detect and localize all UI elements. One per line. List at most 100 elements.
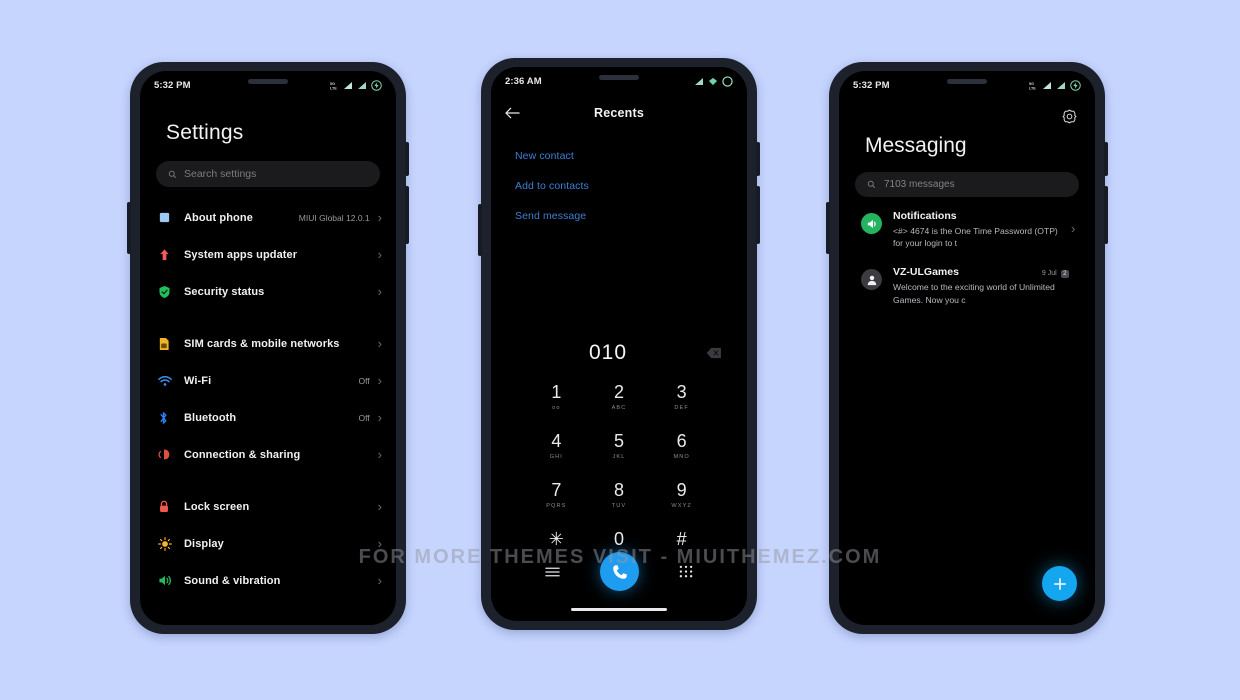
sidebar-item-wifi[interactable]: Wi-Fi Off › [140, 362, 396, 399]
key-digit: 6 [676, 431, 687, 451]
key-5[interactable]: 5 JKL [588, 424, 651, 469]
side-button-left[interactable] [478, 204, 482, 256]
new-contact-button[interactable]: New contact [515, 141, 747, 171]
power-button[interactable] [405, 142, 409, 176]
gear-icon[interactable] [1062, 109, 1077, 124]
signal-bars-icon [343, 81, 353, 90]
key-digit: 5 [613, 431, 624, 451]
earpiece-speaker [599, 75, 639, 80]
sidebar-item-system-apps-updater[interactable]: System apps updater › [140, 236, 396, 273]
search-icon [867, 180, 876, 189]
earpiece-speaker [248, 79, 288, 84]
key-8[interactable]: 8 TUV [588, 473, 651, 518]
menu-icon[interactable] [545, 566, 560, 578]
wifi-icon [708, 77, 718, 86]
key-digit: 2 [613, 382, 624, 402]
status-bar: 5:32 PM 5G LTE [140, 71, 396, 99]
side-button-left[interactable] [826, 202, 830, 254]
key-digit: 4 [551, 431, 562, 451]
key-7[interactable]: 7 PQRS [525, 473, 588, 518]
signal-bars-icon [357, 81, 367, 90]
sidebar-item-display[interactable]: Display › [140, 525, 396, 562]
send-message-button[interactable]: Send message [515, 201, 747, 231]
speaker-icon [158, 574, 184, 587]
key-digit: 3 [676, 382, 687, 402]
sidebar-item-connection-sharing[interactable]: Connection & sharing › [140, 436, 396, 473]
wifi-icon [158, 375, 184, 387]
sidebar-item-sim-cards[interactable]: SIM cards & mobile networks › [140, 325, 396, 362]
dialer-app-bar: Recents [491, 95, 747, 131]
chevron-right-icon: › [377, 284, 382, 299]
earpiece-speaker [947, 79, 987, 84]
signal-bars-icon [1042, 81, 1052, 90]
sidebar-item-security-status[interactable]: Security status › [140, 273, 396, 310]
compose-button[interactable] [1042, 566, 1077, 601]
chevron-right-icon: › [1071, 221, 1076, 236]
item-label: Sound & vibration [184, 574, 281, 587]
svg-text:5G: 5G [330, 81, 335, 85]
chevron-right-icon: › [377, 210, 382, 225]
chevron-right-icon: › [377, 410, 382, 425]
sidebar-item-about-phone[interactable]: About phone MIUI Global 12.0.1 › [140, 199, 396, 236]
unread-dot-column [851, 210, 861, 223]
sim-card-icon [158, 337, 184, 351]
status-time: 2:36 AM [505, 75, 542, 87]
thread-preview: Welcome to the exciting world of Unlimit… [893, 282, 1055, 305]
thread-preview: <#> 4674 is the One Time Password (OTP) … [893, 226, 1058, 249]
key-digit: ✳ [548, 529, 564, 549]
keypad-icon[interactable] [679, 565, 693, 579]
item-label: Bluetooth [184, 411, 237, 424]
settings-group: SIM cards & mobile networks › Wi-Fi Off … [140, 325, 396, 473]
settings-group: Lock screen › Display › Sound & vibratio… [140, 488, 396, 599]
about-phone-icon [158, 211, 184, 224]
key-6[interactable]: 6 MNO [650, 424, 713, 469]
power-button[interactable] [1104, 142, 1108, 176]
key-2[interactable]: 2 ABC [588, 375, 651, 420]
search-settings-input[interactable]: Search settings [156, 161, 380, 187]
item-label: Security status [184, 285, 265, 298]
thread-body: Notifications <#> 4674 is the One Time P… [882, 210, 1071, 249]
thread-name: Notifications [893, 210, 957, 222]
dialer-actions: New contact Add to contacts Send message [491, 131, 747, 231]
list-item[interactable]: VZ-ULGames 9 Jul 2 Welcome to the exciti… [839, 253, 1095, 309]
key-9[interactable]: 9 WXYZ [650, 473, 713, 518]
add-to-contacts-button[interactable]: Add to contacts [515, 171, 747, 201]
chevron-right-icon: › [377, 536, 382, 551]
volume-button[interactable] [405, 186, 409, 244]
key-digit: 8 [613, 480, 624, 500]
item-label: Wi-Fi [184, 374, 212, 387]
back-arrow-icon[interactable] [505, 107, 520, 119]
key-3[interactable]: 3 DEF [650, 375, 713, 420]
up-arrow-icon [158, 248, 184, 262]
side-button-left[interactable] [127, 202, 131, 254]
list-item[interactable]: Notifications <#> 4674 is the One Time P… [839, 197, 1095, 253]
call-button[interactable] [600, 552, 639, 591]
backspace-icon[interactable] [703, 347, 725, 359]
avatar [861, 269, 882, 291]
plus-icon [1052, 576, 1068, 592]
key-4[interactable]: 4 GHI [525, 424, 588, 469]
messaging-screen: 5:32 PM 5G LTE Messaging 7103 messages N… [839, 71, 1095, 625]
key-letters: ABC [611, 405, 627, 411]
sim-lte-icon: 5G LTE [1029, 81, 1038, 89]
power-button[interactable] [756, 142, 760, 176]
sidebar-item-bluetooth[interactable]: Bluetooth Off › [140, 399, 396, 436]
chevron-right-icon: › [377, 336, 382, 351]
volume-button[interactable] [1104, 186, 1108, 244]
gesture-bar[interactable] [571, 608, 667, 611]
item-label: SIM cards & mobile networks [184, 337, 340, 350]
settings-group: About phone MIUI Global 12.0.1 › System … [140, 199, 396, 310]
volume-button[interactable] [756, 186, 760, 244]
sidebar-item-lock-screen[interactable]: Lock screen › [140, 488, 396, 525]
sidebar-item-sound-vibration[interactable]: Sound & vibration › [140, 562, 396, 599]
chevron-right-icon: › [377, 573, 382, 588]
phone-dialer: 2:36 AM Recents New contact Add to conta… [478, 58, 760, 630]
messaging-top-actions [839, 99, 1095, 124]
search-messages-input[interactable]: 7103 messages [855, 172, 1079, 197]
status-bar: 5:32 PM 5G LTE [839, 71, 1095, 99]
key-letters: GHI [549, 454, 563, 460]
key-1[interactable]: 1 oo [525, 375, 588, 420]
dialed-number-row: 010 [491, 341, 747, 365]
phone-messaging: 5:32 PM 5G LTE Messaging 7103 messages N… [826, 62, 1108, 634]
